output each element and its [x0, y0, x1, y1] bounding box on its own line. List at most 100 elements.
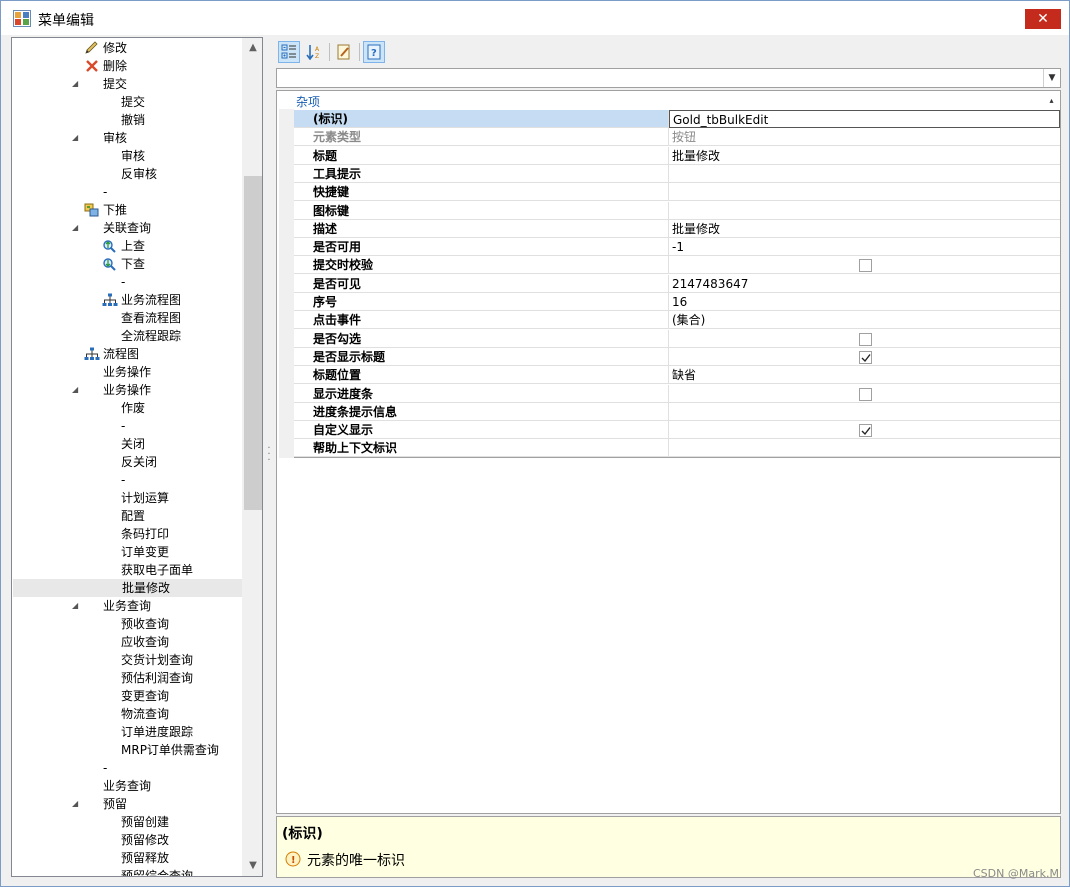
expander-arrow-icon[interactable]: ◢: [72, 381, 82, 399]
tree-item[interactable]: 查看流程图: [12, 309, 241, 327]
property-row[interactable]: 标题 批量修改: [294, 146, 1060, 165]
property-value[interactable]: 16: [669, 293, 1060, 311]
property-checkbox-cell[interactable]: [669, 421, 1060, 440]
tree-item[interactable]: 计划运算: [12, 489, 241, 507]
property-name[interactable]: 是否可见: [294, 274, 669, 293]
object-selector-dropdown[interactable]: ▼: [276, 68, 1061, 88]
tree-item[interactable]: -: [12, 273, 241, 291]
property-name[interactable]: 自定义显示: [294, 421, 669, 440]
collapse-arrow-icon[interactable]: ▴: [1043, 92, 1060, 109]
property-value[interactable]: [669, 403, 1060, 421]
expander-arrow-icon[interactable]: ◢: [72, 219, 82, 237]
property-value[interactable]: [669, 183, 1060, 202]
property-row[interactable]: 进度条提示信息: [294, 402, 1060, 421]
property-row[interactable]: 图标键: [294, 201, 1060, 220]
tree-item[interactable]: 提交: [12, 93, 241, 111]
alphabetical-button[interactable]: A Z: [303, 41, 325, 63]
property-checkbox-cell[interactable]: [669, 330, 1060, 348]
property-value[interactable]: 批量修改: [669, 147, 1060, 165]
tree-item[interactable]: 业务操作: [12, 363, 241, 381]
tree-item[interactable]: 预留综合查询: [12, 867, 241, 876]
splitter-handle[interactable]: · · ·: [265, 444, 273, 466]
tree-item[interactable]: 条码打印: [12, 525, 241, 543]
property-row[interactable]: 快捷键: [294, 183, 1060, 202]
checkbox[interactable]: [859, 332, 872, 346]
tree-item[interactable]: 预收查询: [12, 615, 241, 633]
property-name[interactable]: 显示进度条: [294, 384, 669, 403]
property-row[interactable]: 标题位置 缺省: [294, 366, 1060, 385]
tree-item[interactable]: ◢ 提交: [12, 75, 241, 93]
property-name[interactable]: 描述: [294, 219, 669, 238]
scroll-up-arrow-icon[interactable]: ▲: [243, 38, 262, 58]
property-name[interactable]: 帮助上下文标识: [294, 439, 669, 458]
tree-scrollbar[interactable]: ▲ ▼: [242, 38, 262, 876]
property-value[interactable]: [669, 202, 1060, 220]
property-row[interactable]: 元素类型 按钮: [294, 128, 1060, 147]
tree-item[interactable]: 撤销: [12, 111, 241, 129]
property-row[interactable]: 序号 16: [294, 293, 1060, 311]
tree-item[interactable]: -: [12, 759, 241, 777]
tree-item[interactable]: 订单变更: [12, 543, 241, 561]
tree-item[interactable]: 订单进度跟踪: [12, 723, 241, 741]
property-name[interactable]: 是否显示标题: [294, 347, 669, 366]
chevron-down-icon[interactable]: ▼: [1043, 69, 1060, 87]
property-row[interactable]: 工具提示: [294, 164, 1060, 183]
tree-item[interactable]: -: [12, 471, 241, 489]
tree-item[interactable]: 修改: [12, 39, 241, 57]
property-row[interactable]: 是否可用 -1: [294, 238, 1060, 257]
tree-item[interactable]: 物流查询: [12, 705, 241, 723]
tree-item[interactable]: -: [12, 183, 241, 201]
help-button[interactable]: ?: [363, 41, 385, 63]
tree-item[interactable]: 预留释放: [12, 849, 241, 867]
tree-item[interactable]: 删除: [12, 57, 241, 75]
tree-item[interactable]: ◢ 业务操作: [12, 381, 241, 399]
checkbox-checked[interactable]: [859, 350, 872, 364]
property-row[interactable]: 是否勾选: [294, 329, 1060, 348]
property-name[interactable]: 快捷键: [294, 183, 669, 202]
property-row[interactable]: 自定义显示: [294, 421, 1060, 440]
tree-item[interactable]: 流程图: [12, 345, 241, 363]
tree-item[interactable]: 获取电子面单: [12, 561, 241, 579]
property-value[interactable]: [669, 165, 1060, 183]
tree-item[interactable]: 预留创建: [12, 813, 241, 831]
scroll-down-arrow-icon[interactable]: ▼: [243, 856, 262, 876]
property-name[interactable]: 图标键: [294, 201, 669, 220]
tree-item[interactable]: 交货计划查询: [12, 651, 241, 669]
tree-item[interactable]: ◢ 预留: [12, 795, 241, 813]
property-value[interactable]: 缺省: [669, 366, 1060, 385]
property-checkbox-cell[interactable]: [669, 256, 1060, 275]
property-row[interactable]: 提交时校验: [294, 256, 1060, 275]
property-name[interactable]: 进度条提示信息: [294, 402, 669, 421]
property-row[interactable]: 是否可见 2147483647: [294, 274, 1060, 293]
tree-item[interactable]: 上查: [12, 237, 241, 255]
tree-item[interactable]: 作废: [12, 399, 241, 417]
property-value[interactable]: [669, 439, 1060, 458]
expander-arrow-icon[interactable]: ◢: [72, 129, 82, 147]
property-value[interactable]: (集合): [669, 311, 1060, 330]
property-row[interactable]: 描述 批量修改: [294, 219, 1060, 238]
property-name[interactable]: 是否可用: [294, 238, 669, 257]
property-name[interactable]: 是否勾选: [294, 329, 669, 348]
property-name[interactable]: 序号: [294, 293, 669, 311]
expander-arrow-icon[interactable]: ◢: [72, 795, 82, 813]
tree-item[interactable]: 下查: [12, 255, 241, 273]
tree-item[interactable]: 预留修改: [12, 831, 241, 849]
property-name[interactable]: 标题位置: [294, 366, 669, 385]
scroll-thumb[interactable]: [244, 176, 262, 510]
tree-item[interactable]: 配置: [12, 507, 241, 525]
category-row[interactable]: 杂项 ▴: [279, 92, 1060, 109]
tree-item[interactable]: 业务流程图: [12, 291, 241, 309]
tree-item[interactable]: 关闭: [12, 435, 241, 453]
tree-item[interactable]: 应收查询: [12, 633, 241, 651]
property-value[interactable]: 按钮: [669, 128, 1060, 147]
property-checkbox-cell[interactable]: [669, 348, 1060, 366]
checkbox-checked[interactable]: [859, 424, 872, 438]
property-pages-button[interactable]: [333, 41, 355, 63]
tree-item[interactable]: ◢ 关联查询: [12, 219, 241, 237]
property-name[interactable]: 点击事件: [294, 311, 669, 330]
close-button[interactable]: ✕: [1025, 9, 1061, 29]
property-value[interactable]: 2147483647: [669, 275, 1060, 293]
property-row[interactable]: 显示进度条: [294, 384, 1060, 403]
tree-item[interactable]: 批量修改: [13, 579, 242, 597]
tree-item[interactable]: ◢ 业务查询: [12, 597, 241, 615]
